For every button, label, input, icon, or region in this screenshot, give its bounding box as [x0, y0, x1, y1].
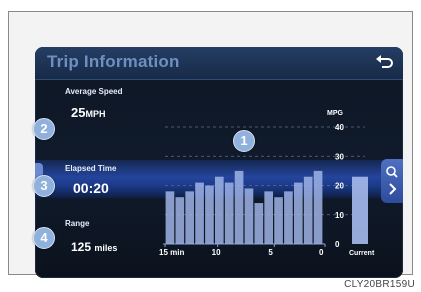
history-bar	[313, 170, 323, 244]
history-bar	[234, 170, 244, 244]
history-bar	[264, 191, 274, 244]
history-bar	[185, 191, 195, 244]
history-bar	[175, 197, 185, 244]
callout-2: 2	[33, 118, 55, 140]
next-page-tab[interactable]	[381, 159, 403, 203]
history-bar	[284, 191, 293, 244]
y-tick-label: 20	[335, 182, 344, 191]
y-tick-label: 40	[335, 123, 344, 132]
history-bar	[205, 185, 214, 244]
fuel-economy-chart: 0 10 20 30 40 MPG 15 min 10 5 0 Current	[159, 110, 375, 257]
figure-caption: CLY20BR159U	[344, 279, 415, 290]
x-tick-label: 15 min	[159, 248, 184, 257]
history-bar	[254, 203, 264, 244]
callout-1: 1	[233, 130, 255, 152]
current-bar	[352, 176, 368, 244]
history-bar	[293, 182, 303, 244]
trip-info-screen: Trip Information Average Speed 25MPH Ela…	[35, 47, 403, 278]
callout-3: 3	[33, 175, 55, 197]
history-bar	[224, 182, 234, 244]
y-tick-label: 0	[335, 240, 340, 249]
history-bar	[274, 197, 283, 244]
x-tick-label: 0	[319, 248, 324, 257]
history-bar	[214, 176, 224, 244]
current-label: Current	[349, 250, 375, 257]
history-bar	[303, 176, 313, 244]
y-tick-label: 30	[335, 152, 344, 161]
history-bar	[195, 182, 204, 244]
y-tick-label: 10	[335, 211, 344, 220]
x-tick-label: 5	[268, 248, 273, 257]
history-bar	[244, 188, 254, 244]
history-bar	[165, 191, 175, 244]
x-tick-label: 10	[212, 248, 221, 257]
y-axis-label: MPG	[327, 110, 344, 117]
callout-4: 4	[33, 227, 55, 249]
magnifier-icon[interactable]	[386, 166, 396, 176]
chevron-right-icon[interactable]	[389, 183, 397, 195]
figure-frame: Trip Information Average Speed 25MPH Ela…	[8, 11, 413, 278]
